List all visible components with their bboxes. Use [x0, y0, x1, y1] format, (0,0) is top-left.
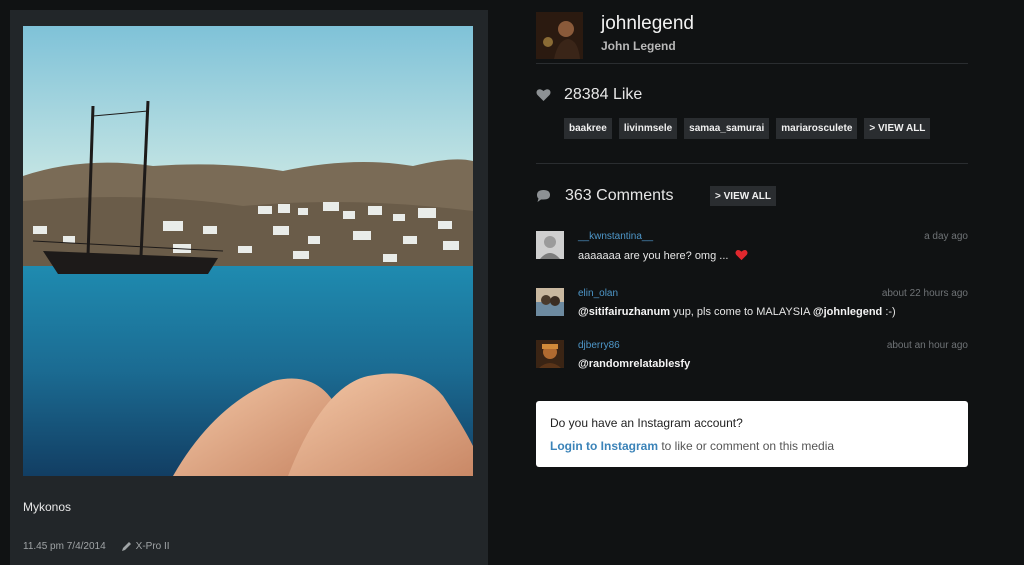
speech-bubble-icon — [537, 190, 550, 202]
comment-text: @sitifairuzhanum yup, pls come to MALAYS… — [578, 306, 896, 318]
profile-username[interactable]: johnlegend — [601, 13, 694, 35]
likes-view-all-button[interactable]: > VIEW ALL — [864, 118, 931, 139]
comment-username[interactable]: __kwnstantina__ — [578, 231, 653, 242]
divider — [536, 163, 968, 164]
pencil-icon — [121, 542, 131, 551]
comment-item: elin_olan about 22 hours ago @sitifairuz… — [536, 288, 968, 320]
comment-body: :-) — [882, 306, 896, 318]
post-date: 11.45 pm 7/4/2014 — [23, 541, 106, 552]
mention-link[interactable]: @randomrelatablesfy — [578, 358, 690, 370]
info-panel: johnlegend John Legend 28384 Like baakre… — [536, 0, 968, 565]
avatar-image — [536, 288, 564, 316]
comment-username[interactable]: djberry86 — [578, 340, 620, 351]
profile-avatar[interactable] — [536, 12, 583, 59]
avatar-image — [536, 231, 564, 259]
comment-body: yup, pls come to MALAYSIA — [670, 306, 813, 318]
mention-link[interactable]: @sitifairuzhanum — [578, 306, 670, 318]
liker-tag[interactable]: livinmsele — [618, 118, 678, 139]
comment-item: djberry86 about an hour ago @randomrelat… — [536, 340, 968, 372]
commenter-avatar[interactable] — [536, 288, 564, 316]
comment-time: about an hour ago — [886, 340, 968, 351]
comment-time: a day ago — [924, 231, 968, 242]
comments-count: 363 Comments — [565, 187, 674, 204]
heart-icon[interactable] — [536, 88, 551, 102]
comment-item: __kwnstantina__ a day ago aaaaaaa are yo… — [536, 231, 968, 263]
comment-text: aaaaaaa are you here? omg ... — [578, 249, 748, 262]
post-meta: 11.45 pm 7/4/2014 X-Pro II — [23, 541, 170, 552]
commenter-avatar[interactable] — [536, 231, 564, 259]
comments-summary: 363 Comments — [536, 187, 674, 205]
liker-tag[interactable]: baakree — [564, 118, 612, 139]
commenter-avatar[interactable] — [536, 340, 564, 368]
comments-view-all-button[interactable]: > VIEW ALL — [710, 186, 777, 206]
comment-username[interactable]: elin_olan — [578, 288, 618, 299]
divider — [536, 63, 968, 64]
mykonos-photo-image — [23, 26, 473, 476]
login-prompt-box: Do you have an Instagram account? Login … — [536, 401, 968, 467]
comment-time: about 22 hours ago — [881, 288, 968, 299]
filter-name: X-Pro II — [135, 541, 170, 552]
avatar-image — [536, 340, 564, 368]
login-rest: to like or comment on this media — [658, 439, 835, 453]
filter-label: X-Pro II — [121, 541, 170, 552]
profile-fullname: John Legend — [601, 39, 676, 53]
liker-tag[interactable]: samaa_samurai — [684, 118, 770, 139]
comment-body: aaaaaaa are you here? omg ... — [578, 250, 729, 262]
likers-list: baakree livinmsele samaa_samurai mariaro… — [564, 118, 937, 139]
likes-count: 28384 Like — [564, 86, 643, 103]
likes-summary: 28384 Like — [536, 86, 642, 104]
post-photo[interactable] — [23, 26, 473, 476]
login-question: Do you have an Instagram account? — [550, 416, 743, 430]
comment-text: @randomrelatablesfy — [578, 358, 690, 370]
media-panel: Mykonos 11.45 pm 7/4/2014 X-Pro II — [10, 10, 488, 565]
red-heart-emoji-icon — [735, 250, 748, 261]
liker-tag[interactable]: mariarosculete — [776, 118, 858, 139]
avatar-image — [536, 12, 583, 59]
post-caption: Mykonos — [23, 500, 72, 514]
login-link[interactable]: Login to Instagram — [550, 439, 658, 453]
mention-link[interactable]: @johnlegend — [813, 306, 882, 318]
login-line: Login to Instagram to like or comment on… — [550, 439, 834, 453]
